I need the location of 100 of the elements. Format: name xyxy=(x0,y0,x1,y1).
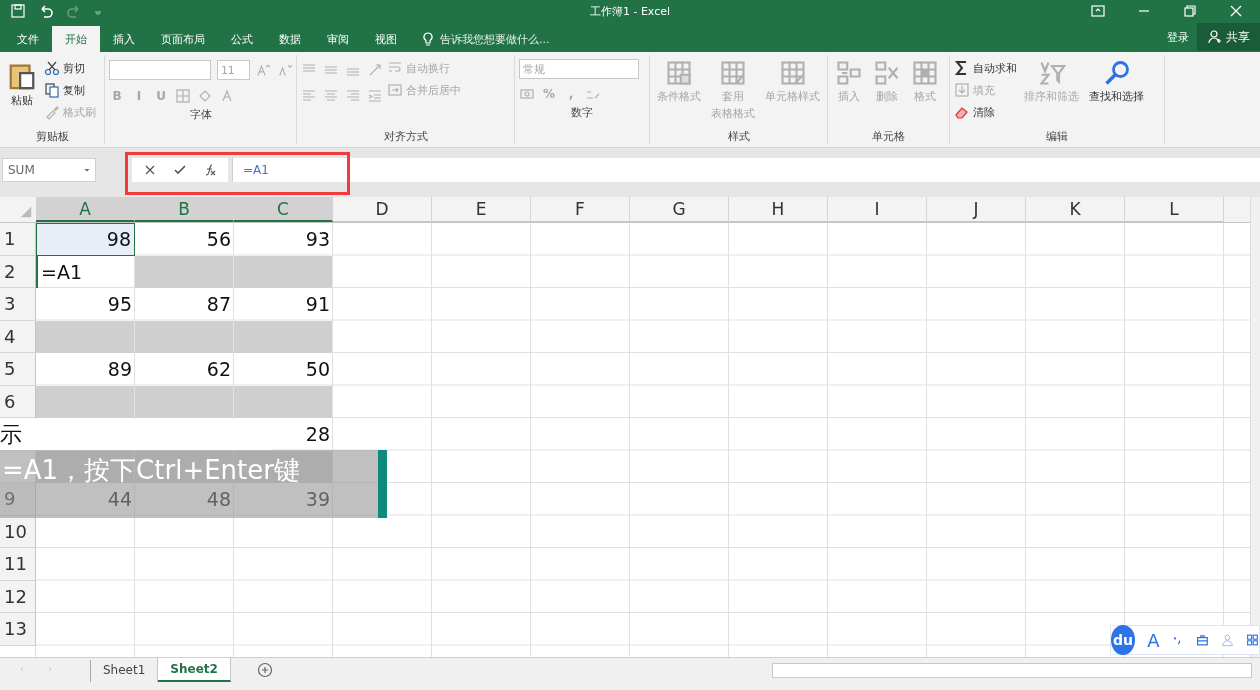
tell-me-field[interactable]: 告诉我您想要做什么... xyxy=(420,26,550,52)
row-header[interactable]: 1 xyxy=(0,223,36,256)
row-header[interactable]: 3 xyxy=(0,288,36,321)
save-icon[interactable] xyxy=(10,3,26,19)
toolbox-icon[interactable] xyxy=(1196,632,1210,648)
column-header[interactable]: L xyxy=(1125,197,1224,222)
column-header[interactable]: J xyxy=(927,197,1026,222)
vertical-scrollbar[interactable] xyxy=(1250,197,1260,657)
table-cell: 89 xyxy=(107,358,132,381)
dropdown-icon xyxy=(83,166,91,174)
column-header[interactable]: E xyxy=(432,197,531,222)
orientation-icon xyxy=(367,62,383,78)
ribbon-tab[interactable]: 文件 xyxy=(4,26,52,52)
ribbon-tab[interactable]: 数据 xyxy=(266,26,314,52)
ribbon-tab[interactable]: 插入 xyxy=(100,26,148,52)
align-left-icon xyxy=(301,88,317,104)
row-header[interactable]: 2 xyxy=(0,255,36,288)
table-cell: 28 xyxy=(305,423,330,446)
tell-me-placeholder: 告诉我您想要做什么... xyxy=(440,31,550,47)
window-title: 工作簿1 - Excel xyxy=(589,3,671,19)
ribbon-tab[interactable]: 开始 xyxy=(52,26,100,52)
column-header[interactable]: G xyxy=(630,197,729,222)
align-center-icon xyxy=(323,88,339,104)
lightbulb-icon xyxy=(420,31,436,47)
row-header[interactable]: 6 xyxy=(0,385,36,418)
row-header[interactable]: 13 xyxy=(0,613,36,646)
cut-button[interactable]: 剪切 xyxy=(44,59,96,77)
column-header[interactable]: I xyxy=(828,197,927,222)
ribbon-tab[interactable]: 公式 xyxy=(218,26,266,52)
column-header[interactable]: D xyxy=(333,197,432,222)
table-cell: 56 xyxy=(206,228,231,251)
grow-font-icon xyxy=(256,62,272,78)
column-header[interactable]: A xyxy=(36,197,135,222)
brush-icon xyxy=(44,104,60,120)
restore-icon[interactable] xyxy=(1182,3,1198,19)
horizontal-scrollbar[interactable] xyxy=(772,663,1252,678)
ribbon-tab[interactable]: 审阅 xyxy=(314,26,362,52)
group-label: 对齐方式 xyxy=(383,129,428,144)
sheet-tab[interactable]: Sheet2 xyxy=(158,658,231,682)
insert-cells-icon xyxy=(835,59,863,87)
paste-button[interactable]: 粘贴 xyxy=(4,59,40,129)
table-cell: 48 xyxy=(206,488,231,511)
ribbon-tab[interactable]: 视图 xyxy=(362,26,410,52)
fill-color-icon xyxy=(197,88,213,104)
align-right-icon xyxy=(345,88,361,104)
table-cell: 39 xyxy=(305,488,330,511)
group-label: 编辑 xyxy=(1046,129,1068,144)
person-add-icon xyxy=(1207,29,1223,45)
group-label: 剪贴板 xyxy=(35,129,69,144)
table-cell: 44 xyxy=(107,488,132,511)
merge-icon xyxy=(387,82,403,98)
row-header[interactable]: 11 xyxy=(0,548,36,581)
ribbon-tab[interactable]: 页面布局 xyxy=(148,26,218,52)
name-box[interactable]: SUM xyxy=(2,158,96,182)
table-cell: 50 xyxy=(305,358,330,381)
find-button[interactable]: 查找和选择 xyxy=(1086,59,1147,129)
copy-icon[interactable] xyxy=(44,82,60,98)
group-label: 数字 xyxy=(571,105,593,120)
row-header[interactable]: 4 xyxy=(0,320,36,353)
shrink-font-icon xyxy=(277,62,292,78)
copy-button[interactable]: 复制 xyxy=(44,81,96,99)
table-format-icon xyxy=(719,59,747,87)
row-header[interactable]: 5 xyxy=(0,353,36,386)
table-cell: 95 xyxy=(107,293,132,316)
undo-icon[interactable] xyxy=(38,3,54,19)
group-label: 单元格 xyxy=(872,129,905,144)
formula-field[interactable]: =A1 xyxy=(232,158,1260,182)
grid-menu-icon[interactable] xyxy=(1246,632,1259,648)
sign-in-link[interactable]: 登录 xyxy=(1159,29,1197,45)
borders-icon xyxy=(175,88,191,104)
table-cell: 87 xyxy=(206,293,231,316)
ribbon-display-icon[interactable] xyxy=(1090,3,1106,19)
add-sheet-icon[interactable] xyxy=(256,662,273,678)
column-header[interactable]: B xyxy=(135,197,234,222)
scissors-icon[interactable] xyxy=(44,60,60,76)
group-label: 样式 xyxy=(727,129,750,144)
redo-icon xyxy=(66,3,82,19)
input-method-logo[interactable]: du xyxy=(1111,625,1136,655)
cell-style-icon xyxy=(778,59,807,87)
indent-icon xyxy=(367,88,383,104)
share-button[interactable]: 共享 xyxy=(1197,23,1260,51)
input-mode-button[interactable]: A xyxy=(1147,629,1160,651)
font-name-field[interactable] xyxy=(109,60,211,80)
row-header[interactable]: 10 xyxy=(0,515,36,548)
table-cell: 62 xyxy=(206,358,231,381)
column-header[interactable]: K xyxy=(1026,197,1125,222)
table-cell: 91 xyxy=(305,293,330,316)
conditional-format-icon xyxy=(665,59,693,87)
group-label: 字体 xyxy=(189,107,212,122)
autosum-button[interactable]: 自动求和 xyxy=(954,59,1017,77)
column-header[interactable]: C xyxy=(234,197,333,222)
table-cell: 98 xyxy=(36,223,135,256)
row-header[interactable]: 12 xyxy=(0,580,36,613)
close-icon[interactable] xyxy=(1228,3,1244,19)
clear-button[interactable]: 清除 xyxy=(954,103,1017,121)
column-header[interactable]: H xyxy=(729,197,828,222)
subtitle-text: 示 xyxy=(0,419,272,450)
delete-cells-icon xyxy=(873,59,901,87)
column-header[interactable]: F xyxy=(531,197,630,222)
subtitle-text: =A1，按下Ctrl+Enter键 xyxy=(2,457,300,485)
